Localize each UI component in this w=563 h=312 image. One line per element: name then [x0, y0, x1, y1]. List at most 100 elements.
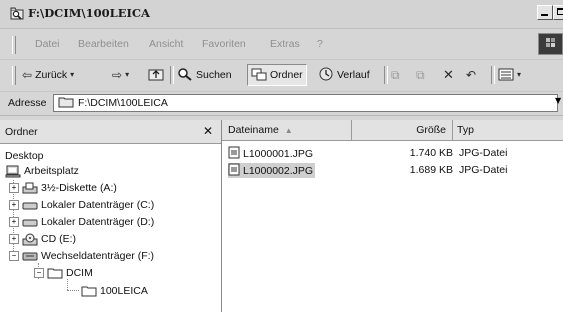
- toolbar-grip[interactable]: [12, 66, 16, 85]
- views-dropdown-icon[interactable]: ▾: [517, 69, 521, 81]
- file-row[interactable]: L1000002.JPG 1.689 KB JPG-Datei: [228, 163, 558, 178]
- tree-item-100leica[interactable]: 100LEICA: [81, 283, 148, 298]
- expand-icon[interactable]: +: [9, 216, 19, 227]
- menubar-grip[interactable]: [12, 36, 16, 54]
- file-row[interactable]: L1000001.JPG 1.740 KB JPG-Datei: [228, 146, 558, 161]
- collapse-icon[interactable]: −: [9, 250, 19, 261]
- forward-dropdown-icon[interactable]: ▾: [125, 69, 129, 81]
- file-type: JPG-Datei: [459, 164, 508, 176]
- column-headers: Dateiname ▲ Größe Typ: [222, 120, 563, 141]
- back-button[interactable]: ⇦ Zurück ▾: [22, 64, 74, 86]
- tree-item-desktop[interactable]: Desktop: [5, 148, 44, 163]
- up-folder-button[interactable]: [148, 64, 164, 86]
- floppy-drive-icon: [22, 182, 38, 194]
- folder-tree-pane: Ordner ✕ Desktop Arbeitsplatz + 3½-Diske…: [0, 120, 222, 312]
- menu-ansicht[interactable]: Ansicht: [149, 38, 183, 50]
- folder-search-icon: [10, 6, 25, 21]
- forward-button[interactable]: ⇨ ▾: [112, 64, 129, 86]
- column-header-type[interactable]: Typ: [453, 120, 563, 140]
- folders-button-label: Ordner: [270, 69, 303, 81]
- search-button-label: Suchen: [196, 69, 232, 81]
- file-name: L1000001.JPG: [243, 147, 314, 160]
- history-button-label: Verlauf: [337, 69, 370, 81]
- column-header-label: Dateiname: [228, 124, 279, 136]
- computer-icon: [5, 165, 21, 177]
- file-size: 1.689 KB: [409, 164, 453, 176]
- up-folder-icon: [148, 67, 164, 83]
- tree-item-label: DCIM: [66, 266, 93, 279]
- removable-drive-icon: [22, 250, 38, 262]
- tree-item-drive-f[interactable]: − Wechseldatenträger (F:): [9, 248, 154, 263]
- windows-logo-icon: [538, 33, 563, 55]
- tree-item-drive-c[interactable]: + Lokaler Datenträger (C:): [9, 197, 154, 212]
- expand-icon[interactable]: +: [9, 182, 19, 193]
- folders-button[interactable]: Ordner: [247, 64, 307, 86]
- back-dropdown-icon[interactable]: ▾: [70, 69, 74, 81]
- tree-item-label: 100LEICA: [100, 284, 148, 297]
- menu-datei[interactable]: Datei: [35, 38, 60, 50]
- minimize-icon: [541, 14, 548, 16]
- tree-item-cd[interactable]: + CD (E:): [9, 231, 76, 246]
- views-icon: [498, 68, 514, 83]
- tree-item-label: 3½-Diskette (A:): [41, 181, 117, 194]
- title-bar[interactable]: F:\DCIM\100LEICA: [0, 0, 563, 29]
- views-button[interactable]: ▾: [498, 64, 521, 86]
- undo-button[interactable]: ↶: [466, 64, 476, 86]
- column-header-label: Typ: [457, 124, 474, 136]
- file-name: L1000002.JPG: [243, 164, 314, 177]
- forward-arrow-icon: ⇨: [112, 68, 123, 82]
- file-name-cell: L1000002.JPG: [228, 163, 316, 179]
- file-name-cell: L1000001.JPG: [228, 146, 315, 161]
- maximize-button[interactable]: [553, 5, 563, 20]
- move-to-icon: ⧉: [391, 68, 400, 82]
- menu-help[interactable]: ?: [317, 38, 323, 50]
- tree-item-label: Wechseldatenträger (F:): [41, 249, 155, 262]
- column-header-name[interactable]: Dateiname ▲: [222, 120, 352, 140]
- hard-drive-icon: [22, 216, 38, 228]
- hard-drive-icon: [22, 199, 38, 211]
- explorer-window: F:\DCIM\100LEICA Datei Bearbeiten Ansich…: [0, 0, 563, 312]
- cd-drive-icon: [22, 233, 38, 245]
- copy-to-icon: ⧉: [416, 68, 425, 82]
- tree-item-label: Lokaler Datenträger (C:): [41, 198, 155, 211]
- tree-item-label: Desktop: [5, 149, 44, 162]
- image-file-icon: [228, 163, 240, 179]
- menu-bar: Datei Bearbeiten Ansicht Favoriten Extra…: [0, 29, 563, 60]
- menu-bearbeiten[interactable]: Bearbeiten: [78, 38, 129, 50]
- folders-icon: [251, 67, 267, 83]
- address-dropdown-icon[interactable]: ▼: [555, 96, 563, 110]
- minimize-button[interactable]: [537, 5, 553, 20]
- tree-item-label: Lokaler Datenträger (D:): [41, 215, 155, 228]
- column-header-size[interactable]: Größe: [352, 120, 453, 140]
- toolbar-separator: [384, 66, 388, 84]
- tree-line: [67, 279, 68, 290]
- history-icon: [318, 67, 334, 83]
- sort-ascending-icon: ▲: [284, 125, 293, 135]
- tree-item-dcim[interactable]: − DCIM: [34, 265, 93, 280]
- tree-item-drive-d[interactable]: + Lokaler Datenträger (D:): [9, 214, 154, 229]
- history-button[interactable]: Verlauf: [318, 64, 370, 86]
- standard-toolbar: ⇦ Zurück ▾ ⇨ ▾ Suchen Ordner Verlauf ⧉ ⧉…: [0, 60, 563, 92]
- copy-to-button[interactable]: ⧉: [416, 64, 425, 86]
- folder-pane-header: Ordner ✕: [0, 120, 221, 144]
- file-type: JPG-Datei: [459, 147, 508, 159]
- address-label: Adresse: [8, 97, 47, 109]
- search-button[interactable]: Suchen: [177, 64, 232, 86]
- delete-icon: ✕: [443, 67, 454, 82]
- expand-icon[interactable]: +: [9, 233, 19, 244]
- tree-item-floppy[interactable]: + 3½-Diskette (A:): [9, 180, 117, 195]
- tree-item-label: Arbeitsplatz: [24, 164, 79, 177]
- collapse-icon[interactable]: −: [34, 267, 44, 278]
- tree-line: [67, 290, 79, 291]
- delete-button[interactable]: ✕: [443, 64, 454, 86]
- tree-item-arbeitsplatz[interactable]: Arbeitsplatz: [5, 163, 79, 178]
- move-to-button[interactable]: ⧉: [391, 64, 400, 86]
- undo-icon: ↶: [466, 68, 477, 82]
- expand-icon[interactable]: +: [9, 199, 19, 210]
- close-icon[interactable]: ✕: [200, 123, 216, 139]
- menu-favoriten[interactable]: Favoriten: [202, 38, 246, 50]
- image-file-icon: [228, 146, 240, 162]
- address-input[interactable]: F:\DCIM\100LEICA: [53, 94, 558, 112]
- menu-extras[interactable]: Extras: [270, 38, 300, 50]
- folder-open-icon: [47, 267, 63, 279]
